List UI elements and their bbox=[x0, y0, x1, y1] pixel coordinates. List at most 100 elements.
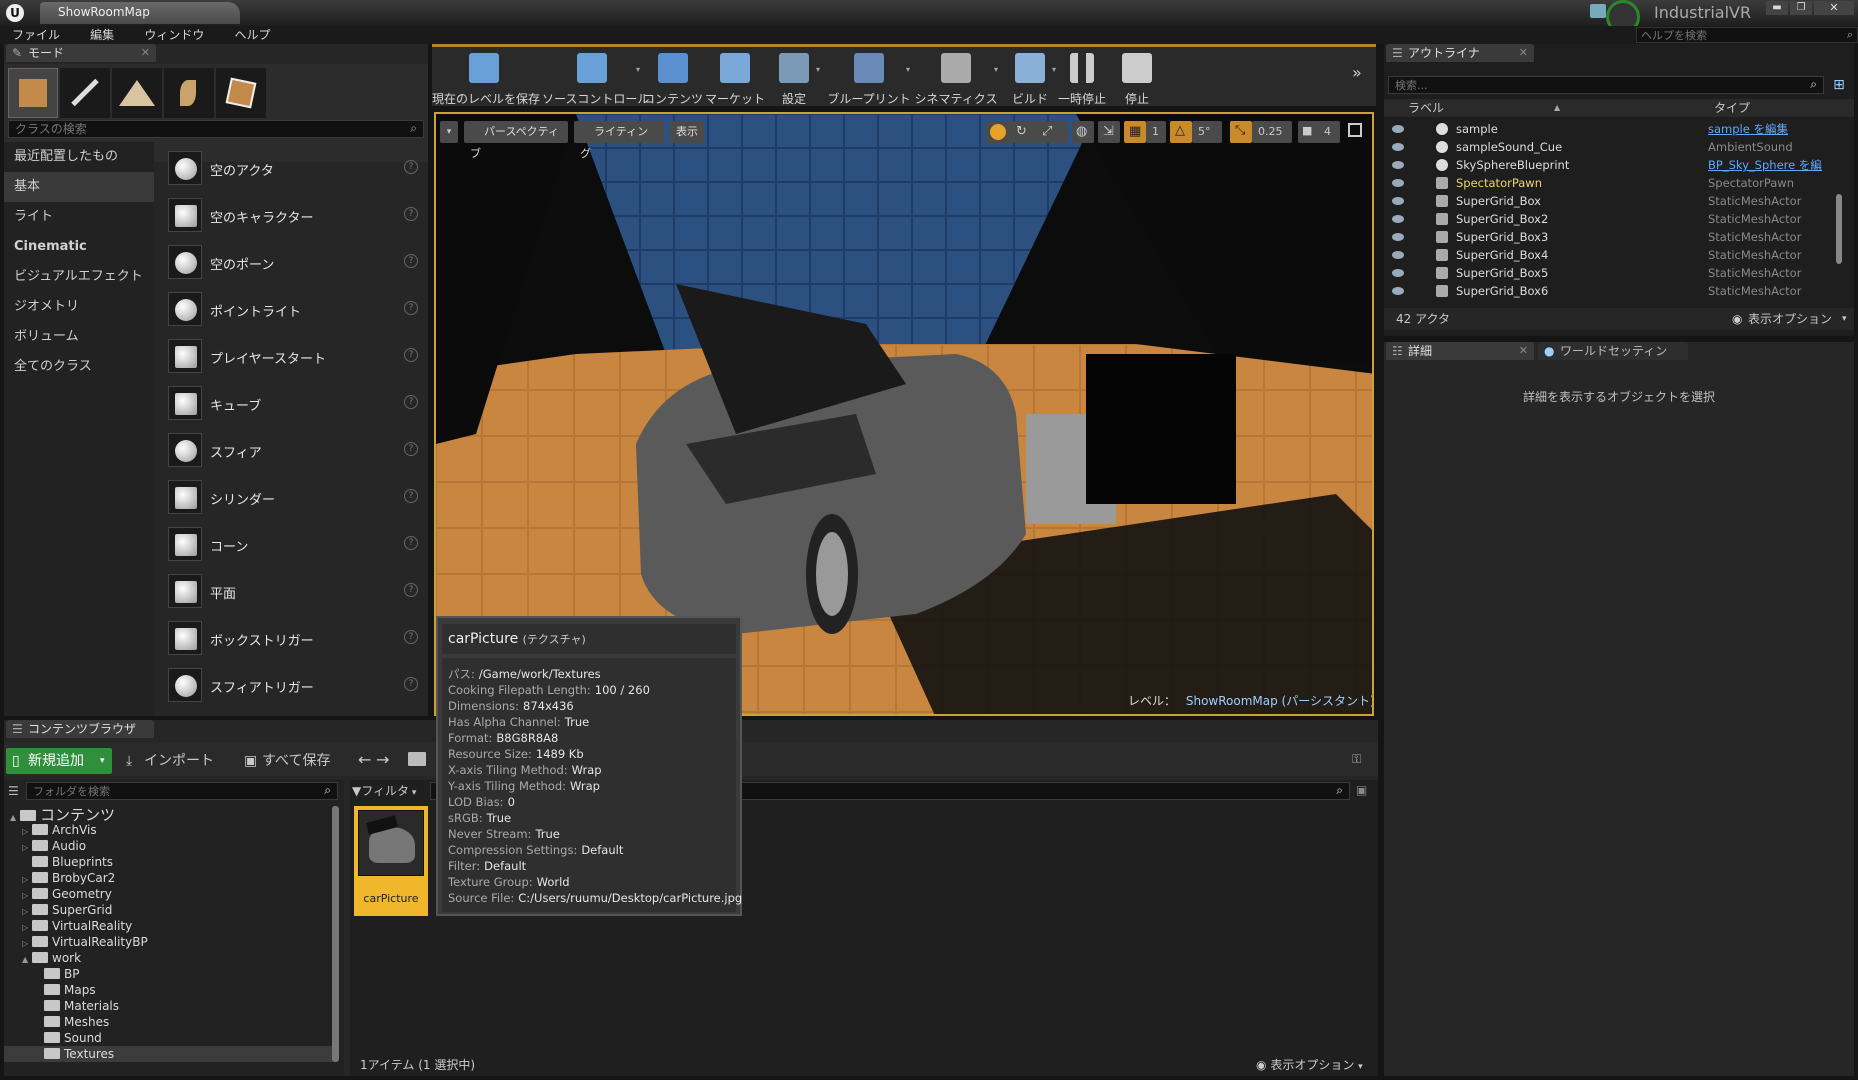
tab-modes[interactable]: ✎ モード ✕ bbox=[6, 44, 156, 62]
place-mode-button[interactable] bbox=[8, 68, 58, 118]
close-icon[interactable]: ✕ bbox=[1519, 44, 1528, 62]
document-tab[interactable]: ShowRoomMap bbox=[40, 2, 240, 24]
folder-tree-scrollbar[interactable] bbox=[332, 806, 339, 1062]
placeable-item[interactable]: キューブ? bbox=[166, 381, 424, 425]
rotate-snap-value[interactable]: 5° bbox=[1192, 121, 1222, 143]
outliner-row[interactable]: SuperGrid_Box2 StaticMeshActor bbox=[1384, 210, 1844, 228]
folder-tree-item[interactable]: Blueprints bbox=[4, 854, 334, 870]
placeable-item[interactable]: スフィア? bbox=[166, 428, 424, 472]
grid-snap-value[interactable]: 1 bbox=[1146, 121, 1166, 143]
outliner-row[interactable]: sample sample を編集 bbox=[1384, 120, 1844, 138]
maximize-viewport-button[interactable] bbox=[1348, 123, 1362, 137]
visibility-eye-icon[interactable] bbox=[1392, 143, 1404, 151]
visibility-eye-icon[interactable] bbox=[1392, 233, 1404, 241]
outliner-search-input[interactable] bbox=[1389, 77, 1789, 93]
menu-edit[interactable]: 編集 bbox=[90, 26, 114, 44]
scale-icon[interactable]: ⤢ bbox=[1042, 124, 1052, 139]
tab-content-browser[interactable]: ☰ コンテンツブラウザ bbox=[6, 720, 154, 738]
folder-tree-item[interactable]: BP bbox=[4, 966, 334, 982]
placeable-item[interactable]: コーン? bbox=[166, 522, 424, 566]
asset-tile[interactable]: carPicture bbox=[354, 806, 428, 916]
close-icon[interactable]: ✕ bbox=[141, 44, 150, 62]
column-type[interactable]: タイプ bbox=[1714, 99, 1750, 117]
placeable-item[interactable]: ボックストリガー? bbox=[166, 616, 424, 660]
filter-button[interactable]: ▼フィルタ ▾ bbox=[352, 782, 422, 800]
folder-tree-item[interactable]: ▷ SuperGrid bbox=[4, 902, 334, 918]
outliner-row[interactable]: sampleSound_Cue AmbientSound bbox=[1384, 138, 1844, 156]
maximize-button[interactable]: ❐ bbox=[1790, 1, 1812, 15]
outliner-row[interactable]: SuperGrid_Box StaticMeshActor bbox=[1384, 192, 1844, 210]
placeable-item[interactable]: 空のキャラクター? bbox=[166, 193, 424, 237]
folder-tree-item[interactable]: ▷ VirtualReality bbox=[4, 918, 334, 934]
folder-tree-item[interactable]: ▷ VirtualRealityBP bbox=[4, 934, 334, 950]
folder-tree-item[interactable]: ▷ Audio bbox=[4, 838, 334, 854]
perspective-button[interactable]: パースペクティブ bbox=[464, 121, 568, 160]
landscape-mode-button[interactable] bbox=[112, 68, 162, 118]
toolbar-button-marketplace[interactable]: マーケット bbox=[702, 47, 768, 109]
asset-view-options[interactable]: ◉ 表示オプション ▾ bbox=[1256, 1056, 1363, 1073]
help-search[interactable]: ⌕ bbox=[1636, 27, 1858, 43]
placeable-item[interactable]: 空のポーン? bbox=[166, 240, 424, 284]
folder-tree-item[interactable]: ▲ work bbox=[4, 950, 334, 966]
outliner-view-options[interactable]: 表示オプション bbox=[1748, 308, 1832, 330]
rotate-icon[interactable]: ↻ bbox=[1016, 124, 1027, 139]
save-search-icon[interactable]: ▣ bbox=[1356, 783, 1367, 797]
outliner-row[interactable]: SkySphereBlueprint BP_Sky_Sphere を編 bbox=[1384, 156, 1844, 174]
folder-search-input[interactable] bbox=[27, 783, 307, 799]
camera-speed-button[interactable]: ■ 4 bbox=[1298, 121, 1340, 143]
visibility-eye-icon[interactable] bbox=[1392, 125, 1404, 133]
placeable-item[interactable]: 空のアクタ? bbox=[166, 146, 424, 190]
placeable-item[interactable]: ポイントライト? bbox=[166, 287, 424, 331]
paint-mode-button[interactable] bbox=[60, 68, 110, 118]
help-icon[interactable]: ? bbox=[404, 207, 418, 221]
help-icon[interactable]: ? bbox=[404, 489, 418, 503]
placeable-item[interactable]: プレイヤースタート? bbox=[166, 334, 424, 378]
help-icon[interactable]: ? bbox=[404, 254, 418, 268]
toolbar-button-blueprint[interactable]: ブループリント bbox=[826, 47, 912, 109]
outliner-search[interactable]: ⌕ bbox=[1388, 76, 1824, 94]
add-new-button[interactable]: ▯ 新規追加 ▾ bbox=[6, 748, 112, 774]
minimize-button[interactable]: ▬ bbox=[1766, 1, 1788, 15]
folder-tree-item[interactable]: ▷ Geometry bbox=[4, 886, 334, 902]
placeable-item[interactable]: シリンダー? bbox=[166, 475, 424, 519]
visibility-eye-icon[interactable] bbox=[1392, 197, 1404, 205]
save-all-button[interactable]: ▣ すべて保存 bbox=[240, 748, 346, 774]
menu-window[interactable]: ウィンドウ bbox=[144, 26, 204, 44]
outliner-row[interactable]: SuperGrid_Box6 StaticMeshActor bbox=[1384, 282, 1844, 300]
folder-tree-item[interactable]: ▷ BrobyCar2 bbox=[4, 870, 334, 886]
grid-snap-toggle[interactable]: ▦ bbox=[1124, 121, 1146, 143]
toolbar-button-save[interactable]: 現在のレベルを保存 bbox=[432, 47, 540, 109]
folder-tree-item[interactable]: Materials bbox=[4, 998, 334, 1014]
help-icon[interactable]: ? bbox=[404, 536, 418, 550]
outliner-row[interactable]: SuperGrid_Box5 StaticMeshActor bbox=[1384, 264, 1844, 282]
scale-snap-toggle[interactable]: ⤡ bbox=[1230, 121, 1252, 143]
visibility-eye-icon[interactable] bbox=[1392, 251, 1404, 259]
class-search[interactable]: ⌕ bbox=[8, 120, 424, 138]
help-icon[interactable]: ? bbox=[404, 630, 418, 644]
import-button[interactable]: ⤓ インポート bbox=[122, 748, 222, 774]
tab-outliner[interactable]: ☰ アウトライナ ✕ bbox=[1386, 44, 1534, 62]
scale-snap-value[interactable]: 0.25 bbox=[1252, 121, 1292, 143]
help-icon[interactable]: ? bbox=[404, 301, 418, 315]
tab-details[interactable]: ☷ 詳細 ✕ bbox=[1386, 342, 1534, 360]
toolbar-button-build[interactable]: ビルド bbox=[1002, 47, 1058, 109]
rotate-snap-toggle[interactable]: △ bbox=[1170, 121, 1192, 143]
visibility-eye-icon[interactable] bbox=[1392, 269, 1404, 277]
back-button[interactable]: ← bbox=[358, 750, 371, 769]
help-icon[interactable]: ? bbox=[404, 160, 418, 174]
folder-tree-item[interactable]: ▷ ArchVis bbox=[4, 822, 334, 838]
help-icon[interactable]: ? bbox=[404, 677, 418, 691]
toolbar-button-stop[interactable]: 停止 bbox=[1114, 47, 1160, 109]
outliner-row[interactable]: SuperGrid_Box3 StaticMeshActor bbox=[1384, 228, 1844, 246]
visibility-eye-icon[interactable] bbox=[1392, 161, 1404, 169]
folder-tree-item[interactable]: Textures bbox=[4, 1046, 334, 1062]
placeable-item[interactable]: 平面? bbox=[166, 569, 424, 613]
help-search-input[interactable] bbox=[1637, 28, 1833, 43]
column-label[interactable]: ラベル bbox=[1408, 99, 1444, 117]
help-icon[interactable]: ? bbox=[404, 348, 418, 362]
toolbar-button-pause[interactable]: 一時停止 bbox=[1054, 47, 1110, 109]
transform-tools[interactable]: ↻ ⤢ bbox=[986, 121, 1068, 143]
outliner-row[interactable]: SuperGrid_Box4 StaticMeshActor bbox=[1384, 246, 1844, 264]
notification-icon[interactable] bbox=[1590, 4, 1606, 18]
help-icon[interactable]: ? bbox=[404, 395, 418, 409]
